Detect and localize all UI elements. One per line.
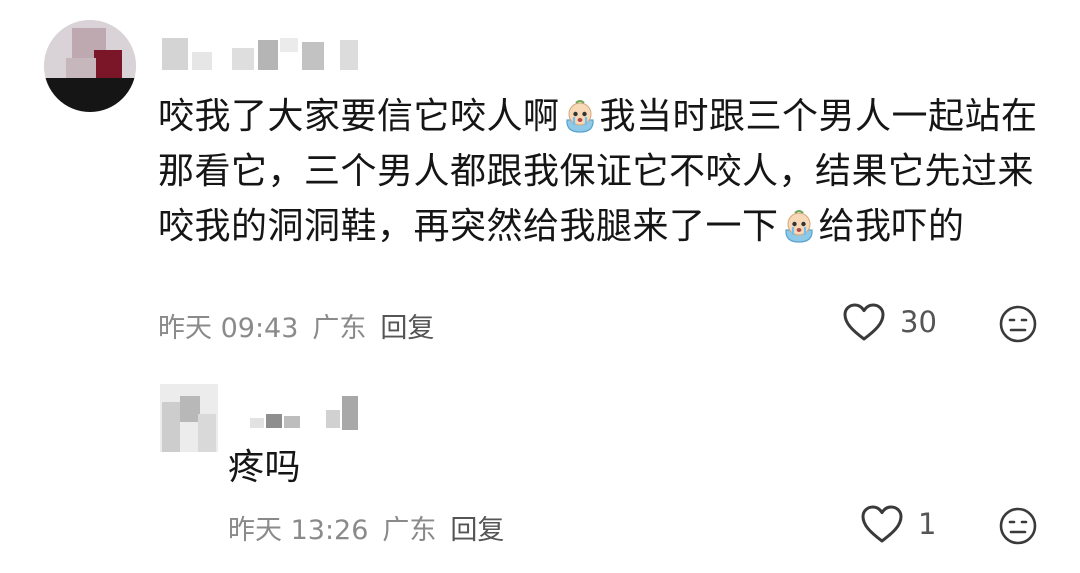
like-button[interactable]: 30	[842, 302, 937, 342]
username-blurred[interactable]	[162, 38, 362, 72]
heart-outline-icon	[843, 303, 885, 341]
like-count: 30	[900, 305, 937, 339]
comment-meta: 昨天 09:43 广东 回复	[158, 306, 448, 345]
comment-text-part1: 咬我了大家要信它咬人啊	[158, 96, 560, 137]
reply-button[interactable]: 回复	[380, 313, 434, 344]
neutral-face-icon	[999, 305, 1037, 343]
dislike-button[interactable]	[998, 304, 1038, 348]
reply-text: 疼吗	[228, 447, 302, 488]
heart-outline-icon	[861, 505, 903, 543]
neutral-face-icon	[999, 507, 1037, 545]
comment-item: 咬我了大家要信它咬人啊 我当时跟三个男人一起站在那看它，三个男人都跟我保证它不咬人…	[0, 0, 1080, 360]
comment-location: 广东	[312, 313, 367, 344]
reply-meta: 昨天 13:26 广东 回复	[228, 508, 518, 547]
reply-username-blurred[interactable]	[250, 396, 370, 432]
reply-date: 昨天 13:26	[228, 515, 369, 546]
comment-date: 昨天 09:43	[158, 313, 299, 344]
reply-dislike-button[interactable]	[998, 506, 1038, 550]
reply-item: 疼吗 昨天 13:26 广东 回复 1	[0, 380, 1080, 573]
crying-bag-emoji	[565, 100, 594, 133]
reply-like-count: 1	[918, 507, 937, 541]
reply-reply-button[interactable]: 回复	[450, 515, 504, 546]
comment-text: 咬我了大家要信它咬人啊 我当时跟三个男人一起站在那看它，三个男人都跟我保证它不咬人…	[158, 89, 1048, 254]
comment-text-part3: 给我吓的	[818, 206, 965, 247]
crying-bag-emoji	[784, 210, 813, 243]
reply-avatar[interactable]	[160, 384, 218, 452]
reply-location: 广东	[382, 515, 437, 546]
avatar[interactable]	[44, 20, 136, 112]
reply-like-button[interactable]: 1	[860, 504, 936, 544]
